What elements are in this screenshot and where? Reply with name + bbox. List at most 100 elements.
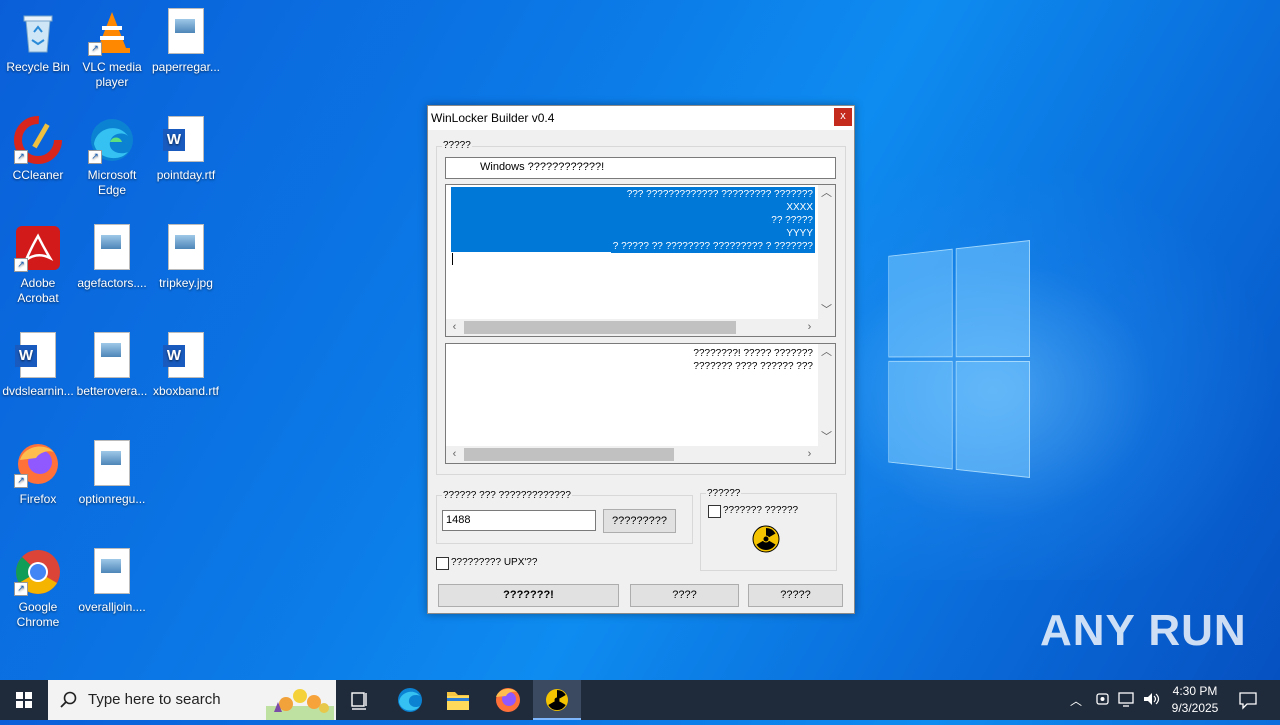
desktop-icon-label: Recycle Bin <box>6 60 70 74</box>
taskbar-firefox-icon[interactable] <box>484 680 532 720</box>
memo-line: ??? ????????????? ????????? ??????? <box>624 188 815 201</box>
title-bar[interactable]: WinLocker Builder v0.4 x <box>428 106 854 130</box>
start-button[interactable] <box>0 680 48 720</box>
memo-vertical-scrollbar[interactable]: ︿ ﹀ <box>818 185 835 319</box>
desktop-icon-label: overalljoin.... <box>78 600 146 614</box>
scroll-right-arrow-icon[interactable]: › <box>801 319 818 336</box>
task-view-button[interactable] <box>336 680 384 720</box>
network-icon[interactable] <box>1118 690 1136 708</box>
desktop-icon-paperregar[interactable]: paperregar... <box>148 2 224 75</box>
unlock-code-value: 1488 <box>446 514 471 526</box>
title-text-value: Windows ????????????! <box>480 161 605 173</box>
close-button[interactable]: x <box>834 108 852 126</box>
clock-time: 4:30 PM <box>1172 684 1218 698</box>
scroll-down-arrow-icon[interactable]: ﹀ <box>818 429 835 446</box>
test-button[interactable]: ???? <box>630 584 739 607</box>
desktop-icon-betterovera[interactable]: betterovera... <box>74 326 150 399</box>
scroll-left-arrow-icon[interactable]: ‹ <box>446 446 463 463</box>
desktop-icon-optionregu[interactable]: optionregu... <box>74 434 150 507</box>
firefox-icon: ↗ <box>14 440 62 488</box>
image-file-icon <box>162 224 210 272</box>
desktop-icon-tripkey[interactable]: tripkey.jpg <box>148 218 224 291</box>
unlock-code-group-label: ?????? ??? ????????????? <box>442 490 572 501</box>
desktop-icon-firefox[interactable]: ↗ Firefox <box>0 434 76 507</box>
word-doc-icon: W <box>162 116 210 164</box>
desktop-icon-microsoft-edge[interactable]: ↗ Microsoft Edge <box>74 110 150 198</box>
taskbar-edge-icon[interactable] <box>386 680 434 720</box>
memo-vertical-scrollbar[interactable]: ︿ ﹀ <box>818 344 835 446</box>
show-hidden-icons-chevron-icon[interactable]: ︿ <box>1070 692 1082 709</box>
vlc-icon: ↗ <box>88 8 136 56</box>
desktop-icon-label: pointday.rtf <box>156 168 216 182</box>
scroll-down-arrow-icon[interactable]: ﹀ <box>818 302 835 319</box>
upx-checkbox-label: ????????? UPX'?? <box>451 557 538 568</box>
message-memo[interactable]: ??? ????????????? ????????? ??????? XXXX… <box>445 184 836 337</box>
acrobat-icon: ↗ <box>14 224 62 272</box>
flowers-icon <box>266 689 334 720</box>
scroll-left-arrow-icon[interactable]: ‹ <box>446 319 463 336</box>
memo-line: YYYY <box>784 227 815 240</box>
scrollbar-thumb[interactable] <box>464 448 674 461</box>
memo-line: ? ????? ?? ???????? ????????? ? ??????? <box>610 240 815 253</box>
desktop-icon-label: CCleaner <box>12 168 64 182</box>
taskbar-search-box[interactable]: Type here to search <box>48 680 336 720</box>
desktop-icon-overalljoin[interactable]: overalljoin.... <box>74 542 150 615</box>
windows-logo-wallpaper <box>888 240 1030 480</box>
image-file-icon <box>88 332 136 380</box>
memo-line: ??????? ???? ?????? ??? <box>693 361 813 372</box>
volume-icon[interactable] <box>1142 690 1160 708</box>
options-checkbox-label: ??????? ?????? <box>723 505 799 516</box>
desktop-icon-google-chrome[interactable]: ↗ Google Chrome <box>0 542 76 630</box>
radiation-icon[interactable] <box>752 525 780 553</box>
meet-now-icon[interactable] <box>1095 690 1111 708</box>
exit-button[interactable]: ????? <box>748 584 843 607</box>
memo-horizontal-scrollbar[interactable]: ‹ › <box>446 319 835 336</box>
scroll-right-arrow-icon[interactable]: › <box>801 446 818 463</box>
memo-line: ?? ????? <box>769 214 815 227</box>
title-text-input[interactable]: Windows ????????????! <box>445 157 836 179</box>
image-file-icon <box>162 8 210 56</box>
image-file-icon <box>88 440 136 488</box>
desktop-icon-label: dvdslearnin... <box>2 384 74 398</box>
clock-date: 9/3/2025 <box>1171 701 1219 715</box>
scroll-up-arrow-icon[interactable]: ︿ <box>818 344 835 361</box>
desktop-icon-label: betterovera... <box>76 384 148 398</box>
image-file-icon <box>88 224 136 272</box>
word-doc-icon: W <box>162 332 210 380</box>
image-file-icon <box>88 548 136 596</box>
desktop-icon-label: Firefox <box>19 492 57 506</box>
ccleaner-icon: ↗ <box>14 116 62 164</box>
generate-button[interactable]: ????????? <box>603 509 676 533</box>
options-checkbox[interactable] <box>708 505 721 518</box>
taskbar-clock[interactable]: 4:30 PM 9/3/2025 <box>1166 683 1224 717</box>
desktop-icon-dvdslearnin[interactable]: W dvdslearnin... <box>0 326 76 399</box>
taskbar-winlocker-icon[interactable] <box>533 680 581 720</box>
secondary-memo[interactable]: ????????! ????? ??????? ??????? ???? ???… <box>445 343 836 464</box>
desktop-icon-label: VLC media player <box>82 60 142 89</box>
recycle-bin-icon <box>14 8 62 56</box>
upx-checkbox[interactable] <box>436 557 449 570</box>
search-placeholder: Type here to search <box>88 691 221 708</box>
memo-line: ????????! ????? ??????? <box>693 348 813 359</box>
desktop-icon-label: tripkey.jpg <box>159 276 213 290</box>
memo-horizontal-scrollbar[interactable]: ‹ › <box>446 446 835 463</box>
desktop-icon-ccleaner[interactable]: ↗ CCleaner <box>0 110 76 183</box>
desktop-icon-recycle-bin[interactable]: Recycle Bin <box>0 2 76 75</box>
desktop-icon-vlc[interactable]: ↗ VLC media player <box>74 2 150 90</box>
options-group-label: ?????? <box>706 488 742 499</box>
taskbar-file-explorer-icon[interactable] <box>434 680 482 720</box>
desktop-icon-pointday[interactable]: W pointday.rtf <box>148 110 224 183</box>
scroll-up-arrow-icon[interactable]: ︿ <box>818 185 835 202</box>
scrollbar-thumb[interactable] <box>464 321 736 334</box>
winlocker-builder-window: WinLocker Builder v0.4 x ????? Windows ?… <box>427 105 855 614</box>
desktop-icon-label: xboxband.rtf <box>152 384 220 398</box>
search-icon <box>60 691 77 708</box>
action-center-icon[interactable] <box>1238 690 1258 710</box>
unlock-code-input[interactable]: 1488 <box>442 510 596 531</box>
desktop-icon-adobe-acrobat[interactable]: ↗ Adobe Acrobat <box>0 218 76 306</box>
desktop-icon-agefactors[interactable]: agefactors.... <box>74 218 150 291</box>
desktop-icon-label: optionregu... <box>78 492 146 506</box>
create-button[interactable]: ???????! <box>438 584 619 607</box>
chrome-icon: ↗ <box>14 548 62 596</box>
desktop-icon-xboxband[interactable]: W xboxband.rtf <box>148 326 224 399</box>
